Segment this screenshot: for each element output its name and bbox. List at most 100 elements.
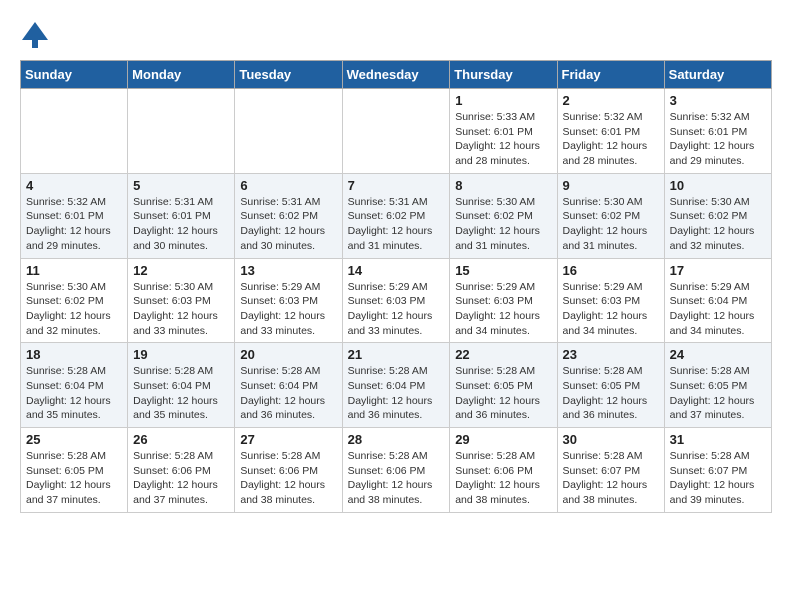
day-number: 4 [26, 178, 122, 193]
calendar-cell: 20Sunrise: 5:28 AM Sunset: 6:04 PM Dayli… [235, 343, 342, 428]
cell-content: Sunrise: 5:28 AM Sunset: 6:05 PM Dayligh… [26, 449, 122, 508]
calendar-cell: 16 Sunrise: 5:29 AM Sunset: 6:03 PM Dayli… [557, 258, 664, 343]
calendar-week: 4 Sunrise: 5:32 AM Sunset: 6:01 PM Daylig… [21, 173, 772, 258]
calendar-cell: 18Sunrise: 5:28 AM Sunset: 6:04 PM Dayli… [21, 343, 128, 428]
day-header: Monday [128, 61, 235, 89]
cell-content: Sunrise: 5:28 AM Sunset: 6:04 PM Dayligh… [240, 364, 336, 423]
day-number: 17 [670, 263, 766, 278]
day-number: 19 [133, 347, 229, 362]
day-number: 31 [670, 432, 766, 447]
calendar-cell: 19 Sunrise: 5:28 AM Sunset: 6:04 PM Dayli… [128, 343, 235, 428]
calendar-cell: 5 Sunrise: 5:31 AM Sunset: 6:01 PM Daylig… [128, 173, 235, 258]
calendar-cell: 1Sunrise: 5:33 AM Sunset: 6:01 PM Daylig… [450, 89, 557, 174]
cell-content: Sunrise: 5:28 AM Sunset: 6:05 PM Dayligh… [455, 364, 551, 423]
calendar-cell: 12 Sunrise: 5:30 AM Sunset: 6:03 PM Dayli… [128, 258, 235, 343]
calendar-cell: 6Sunrise: 5:31 AM Sunset: 6:02 PM Daylig… [235, 173, 342, 258]
cell-content: Sunrise: 5:28 AM Sunset: 6:04 PM Dayligh… [133, 364, 229, 423]
calendar-week: 25 Sunrise: 5:28 AM Sunset: 6:05 PM Dayli… [21, 428, 772, 513]
cell-content: Sunrise: 5:29 AM Sunset: 6:03 PM Dayligh… [563, 280, 659, 339]
cell-content: Sunrise: 5:28 AM Sunset: 6:07 PM Dayligh… [563, 449, 659, 508]
cell-content: Sunrise: 5:32 AM Sunset: 6:01 PM Dayligh… [563, 110, 659, 169]
calendar-cell [235, 89, 342, 174]
calendar-cell: 30 Sunrise: 5:28 AM Sunset: 6:07 PM Dayli… [557, 428, 664, 513]
calendar-header: SundayMondayTuesdayWednesdayThursdayFrid… [21, 61, 772, 89]
calendar-cell: 22 Sunrise: 5:28 AM Sunset: 6:05 PM Dayli… [450, 343, 557, 428]
calendar-cell: 17 Sunrise: 5:29 AM Sunset: 6:04 PM Dayli… [664, 258, 771, 343]
day-number: 18 [26, 347, 122, 362]
cell-content: Sunrise: 5:33 AM Sunset: 6:01 PM Dayligh… [455, 110, 551, 169]
logo [20, 20, 54, 50]
calendar-cell: 9Sunrise: 5:30 AM Sunset: 6:02 PM Daylig… [557, 173, 664, 258]
day-number: 2 [563, 93, 659, 108]
day-header: Friday [557, 61, 664, 89]
calendar-cell: 21 Sunrise: 5:28 AM Sunset: 6:04 PM Dayli… [342, 343, 450, 428]
cell-content: Sunrise: 5:28 AM Sunset: 6:04 PM Dayligh… [348, 364, 445, 423]
day-number: 24 [670, 347, 766, 362]
calendar-cell: 29 Sunrise: 5:28 AM Sunset: 6:06 PM Dayli… [450, 428, 557, 513]
cell-content: Sunrise: 5:30 AM Sunset: 6:02 PM Dayligh… [670, 195, 766, 254]
logo-icon [20, 20, 50, 50]
day-number: 10 [670, 178, 766, 193]
cell-content: Sunrise: 5:29 AM Sunset: 6:03 PM Dayligh… [240, 280, 336, 339]
day-number: 29 [455, 432, 551, 447]
cell-content: Sunrise: 5:30 AM Sunset: 6:02 PM Dayligh… [26, 280, 122, 339]
cell-content: Sunrise: 5:30 AM Sunset: 6:03 PM Dayligh… [133, 280, 229, 339]
calendar-cell: 28 Sunrise: 5:28 AM Sunset: 6:06 PM Dayli… [342, 428, 450, 513]
calendar-cell: 23 Sunrise: 5:28 AM Sunset: 6:05 PM Dayli… [557, 343, 664, 428]
page-header [20, 20, 772, 50]
calendar-cell: 13 Sunrise: 5:29 AM Sunset: 6:03 PM Dayli… [235, 258, 342, 343]
calendar-cell: 15 Sunrise: 5:29 AM Sunset: 6:03 PM Dayli… [450, 258, 557, 343]
cell-content: Sunrise: 5:29 AM Sunset: 6:04 PM Dayligh… [670, 280, 766, 339]
calendar-cell: 7 Sunrise: 5:31 AM Sunset: 6:02 PM Daylig… [342, 173, 450, 258]
day-number: 3 [670, 93, 766, 108]
cell-content: Sunrise: 5:28 AM Sunset: 6:06 PM Dayligh… [240, 449, 336, 508]
day-header: Sunday [21, 61, 128, 89]
day-number: 30 [563, 432, 659, 447]
day-number: 5 [133, 178, 229, 193]
cell-content: Sunrise: 5:28 AM Sunset: 6:06 PM Dayligh… [455, 449, 551, 508]
calendar-cell: 11 Sunrise: 5:30 AM Sunset: 6:02 PM Dayli… [21, 258, 128, 343]
cell-content: Sunrise: 5:31 AM Sunset: 6:02 PM Dayligh… [348, 195, 445, 254]
day-number: 22 [455, 347, 551, 362]
cell-content: Sunrise: 5:28 AM Sunset: 6:05 PM Dayligh… [563, 364, 659, 423]
day-number: 12 [133, 263, 229, 278]
day-number: 25 [26, 432, 122, 447]
day-number: 27 [240, 432, 336, 447]
calendar-cell: 27 Sunrise: 5:28 AM Sunset: 6:06 PM Dayli… [235, 428, 342, 513]
cell-content: Sunrise: 5:28 AM Sunset: 6:07 PM Dayligh… [670, 449, 766, 508]
calendar-week: 1Sunrise: 5:33 AM Sunset: 6:01 PM Daylig… [21, 89, 772, 174]
day-number: 26 [133, 432, 229, 447]
calendar-week: 18 Sunrise: 5:28 AM Sunset: 6:04 PM Dayli… [21, 343, 772, 428]
cell-content: Sunrise: 5:28 AM Sunset: 6:06 PM Dayligh… [348, 449, 445, 508]
cell-content: Sunrise: 5:31 AM Sunset: 6:01 PM Dayligh… [133, 195, 229, 254]
calendar-cell [342, 89, 450, 174]
day-number: 6 [240, 178, 336, 193]
calendar-cell: 24 Sunrise: 5:28 AM Sunset: 6:05 PM Dayli… [664, 343, 771, 428]
calendar-week: 11 Sunrise: 5:30 AM Sunset: 6:02 PM Dayli… [21, 258, 772, 343]
calendar-cell: 2 Sunrise: 5:32 AM Sunset: 6:01 PM Daylig… [557, 89, 664, 174]
day-header: Thursday [450, 61, 557, 89]
day-number: 13 [240, 263, 336, 278]
cell-content: Sunrise: 5:28 AM Sunset: 6:06 PM Dayligh… [133, 449, 229, 508]
cell-content: Sunrise: 5:32 AM Sunset: 6:01 PM Dayligh… [670, 110, 766, 169]
cell-content: Sunrise: 5:28 AM Sunset: 6:05 PM Dayligh… [670, 364, 766, 423]
day-number: 21 [348, 347, 445, 362]
header-row: SundayMondayTuesdayWednesdayThursdayFrid… [21, 61, 772, 89]
day-number: 16 [563, 263, 659, 278]
day-number: 28 [348, 432, 445, 447]
day-number: 9 [563, 178, 659, 193]
calendar-cell: 8Sunrise: 5:30 AM Sunset: 6:02 PM Daylig… [450, 173, 557, 258]
calendar-cell: 25 Sunrise: 5:28 AM Sunset: 6:05 PM Dayli… [21, 428, 128, 513]
calendar-cell: 4 Sunrise: 5:32 AM Sunset: 6:01 PM Daylig… [21, 173, 128, 258]
day-number: 11 [26, 263, 122, 278]
day-number: 23 [563, 347, 659, 362]
day-header: Saturday [664, 61, 771, 89]
cell-content: Sunrise: 5:32 AM Sunset: 6:01 PM Dayligh… [26, 195, 122, 254]
calendar: SundayMondayTuesdayWednesdayThursdayFrid… [20, 60, 772, 513]
calendar-body: 1Sunrise: 5:33 AM Sunset: 6:01 PM Daylig… [21, 89, 772, 513]
day-number: 14 [348, 263, 445, 278]
day-header: Tuesday [235, 61, 342, 89]
cell-content: Sunrise: 5:29 AM Sunset: 6:03 PM Dayligh… [455, 280, 551, 339]
day-number: 15 [455, 263, 551, 278]
day-number: 7 [348, 178, 445, 193]
